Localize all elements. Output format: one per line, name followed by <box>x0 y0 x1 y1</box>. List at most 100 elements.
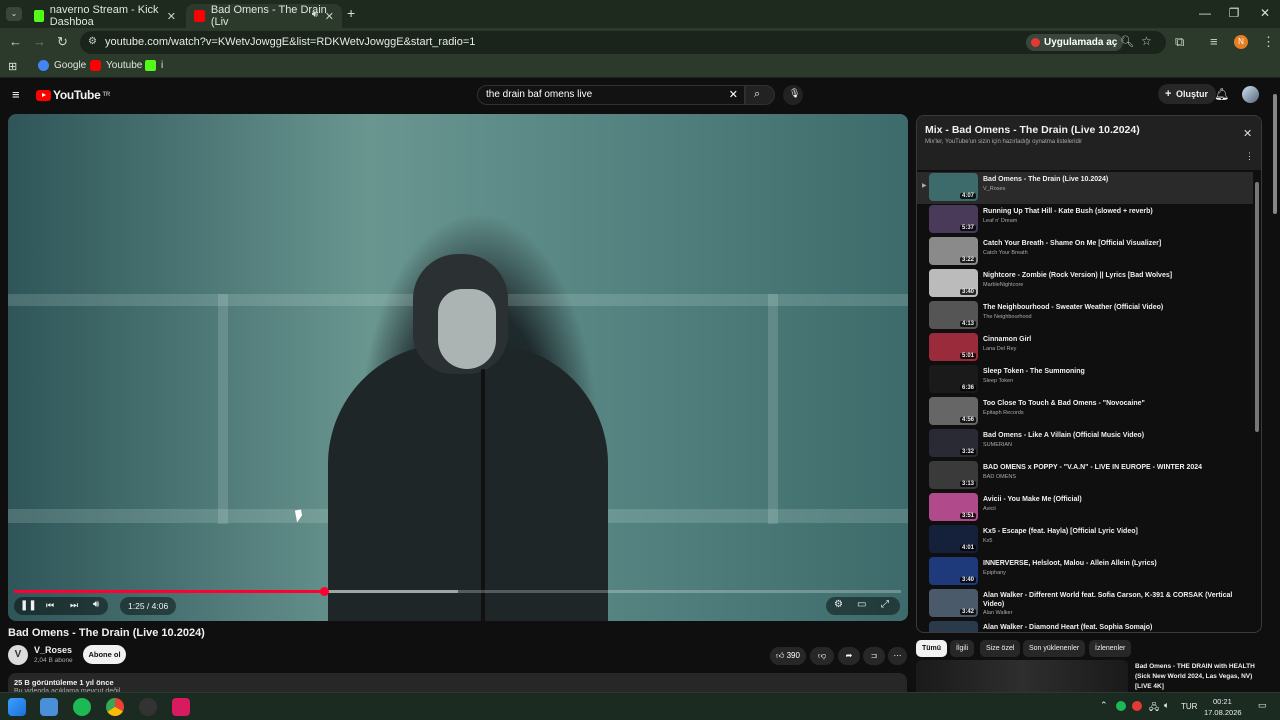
close-tab-icon[interactable]: ✕ <box>167 10 176 23</box>
scrollbar-thumb[interactable] <box>1255 182 1259 432</box>
page-scrollbar[interactable] <box>1270 80 1280 692</box>
new-tab-button[interactable]: + <box>347 5 355 21</box>
clock-time[interactable]: 00:21 <box>1213 697 1232 706</box>
clock-date[interactable]: 17.08.2026 <box>1204 708 1242 717</box>
spotify-icon[interactable] <box>73 698 91 716</box>
playlist-item-title[interactable]: Too Close To Touch & Bad Omens - "Novoca… <box>983 399 1245 408</box>
playlist-thumbnail[interactable]: 3:13 <box>929 461 978 489</box>
pause-icon[interactable]: ❚❚ <box>20 600 37 611</box>
playlist-thumbnail[interactable]: 3:22 <box>929 237 978 265</box>
scrollbar-thumb[interactable] <box>1273 94 1277 214</box>
playlist-item-title[interactable]: Cinnamon Girl <box>983 335 1245 344</box>
site-info-icon[interactable]: ⚙ <box>88 36 97 47</box>
volume-icon[interactable]: 🔊︎ <box>93 599 99 610</box>
youtube-logo[interactable]: YouTube TR <box>36 88 110 102</box>
playlist-item[interactable]: 4:01 Kx5 - Escape (feat. Hayla) [Official… <box>917 524 1253 556</box>
playlist-thumbnail[interactable]: 5:01 <box>929 333 978 361</box>
media-control-icon[interactable]: ≡ <box>1210 34 1218 49</box>
playlist-thumbnail[interactable]: 3:40 <box>929 269 978 297</box>
clear-search-icon[interactable]: ✕ <box>729 88 738 101</box>
record-tray-icon[interactable] <box>1132 701 1142 711</box>
playlist-thumbnail[interactable]: 3:40 <box>929 557 978 585</box>
open-in-app-button[interactable]: Uygulamada aç <box>1026 34 1124 51</box>
subscribe-button[interactable]: Abone ol <box>83 645 126 664</box>
settings-gear-icon[interactable]: ⚙ <box>834 599 843 610</box>
account-avatar[interactable] <box>1242 86 1259 103</box>
chrome-menu-icon[interactable]: ⋮ <box>1262 34 1275 50</box>
notification-center-icon[interactable]: ▭ <box>1258 700 1267 711</box>
next-icon[interactable]: ⏭︎ <box>70 600 78 611</box>
playlist-item-title[interactable]: Catch Your Breath - Shame On Me [Officia… <box>983 239 1245 248</box>
filter-chip[interactable]: İlgili <box>950 640 975 657</box>
bookmark-star-icon[interactable]: ☆ <box>1141 34 1152 48</box>
playlist-item[interactable]: 4:56 Too Close To Touch & Bad Omens - "No… <box>917 396 1253 428</box>
file-explorer-icon[interactable] <box>40 698 58 716</box>
notifications-bell-icon[interactable]: 🔔︎ <box>1214 87 1229 101</box>
zoom-icon[interactable]: 🔍︎ <box>1120 35 1134 48</box>
network-icon[interactable]: 🖧︎ <box>1149 700 1159 716</box>
playlist-item-title[interactable]: Kx5 - Escape (feat. Hayla) [Official Lyr… <box>983 527 1245 536</box>
dislike-button[interactable]: 👎︎ <box>810 647 834 665</box>
filter-chip[interactable]: Son yüklenenler <box>1023 640 1086 657</box>
playlist-item-title[interactable]: BAD OMENS x POPPY - "V.A.N" - LIVE IN EU… <box>983 463 1245 472</box>
filter-chip[interactable]: Tümü <box>916 640 948 657</box>
recommended-video-title[interactable]: Bad Omens - THE DRAIN with HEALTH (Sick … <box>1135 662 1265 692</box>
input-language[interactable]: TUR <box>1181 702 1197 711</box>
tab-search-icon[interactable]: ⌄ <box>6 7 22 21</box>
bookmark-youtube[interactable]: Youtube <box>90 60 142 71</box>
speaker-icon[interactable]: 🔈︎ <box>1164 700 1169 711</box>
filter-chip[interactable]: Size özel <box>980 640 1021 657</box>
tab-kick-dashboard[interactable]: naverno Stream - Kick Dashboa ✕ <box>26 4 184 28</box>
filter-chip[interactable]: İzlenenler <box>1089 640 1132 657</box>
back-arrow-icon[interactable]: ← <box>9 34 22 49</box>
playlist-item-title[interactable]: The Neighbourhood - Sweater Weather (Off… <box>983 303 1245 312</box>
profile-avatar[interactable]: N <box>1234 35 1248 49</box>
playlist-item[interactable]: 3:22 Catch Your Breath - Shame On Me [Off… <box>917 236 1253 268</box>
playlist-thumbnail[interactable]: 4:13 <box>929 301 978 329</box>
close-tab-icon[interactable]: ✕ <box>325 10 334 23</box>
playlist-thumbnail[interactable]: 5:37 <box>929 205 978 233</box>
playlist-thumbnail[interactable]: 3:51 <box>929 493 978 521</box>
playlist-more-icon[interactable]: ⋮ <box>1245 151 1254 162</box>
playlist-item-title[interactable]: Nightcore - Zombie (Rock Version) || Lyr… <box>983 271 1245 280</box>
playlist-thumbnail[interactable]: 6:36 <box>929 365 978 393</box>
more-actions-button[interactable]: ⋯ <box>888 647 907 665</box>
video-player[interactable] <box>8 114 908 621</box>
create-button[interactable]: + Oluştur <box>1158 84 1217 104</box>
red-app-icon[interactable] <box>172 698 190 716</box>
obs-icon[interactable] <box>139 698 157 716</box>
channel-avatar[interactable]: V <box>8 645 28 665</box>
playlist-thumbnail[interactable]: 3:42 <box>929 589 978 617</box>
save-button[interactable]: ⊐ <box>863 647 885 665</box>
fullscreen-icon[interactable]: ⤢ <box>881 599 889 610</box>
bookmark-google[interactable]: Google <box>38 60 86 71</box>
playlist-thumbnail[interactable]: 3:32 <box>929 429 978 457</box>
search-input[interactable]: the drain baf omens live ✕ <box>477 85 745 105</box>
playlist-thumbnail[interactable]: 4:56 <box>929 397 978 425</box>
playlist-item[interactable]: 3:13 BAD OMENS x POPPY - "V.A.N" - LIVE I… <box>917 460 1253 492</box>
playlist-item[interactable]: 5:01 Cinnamon Girl Lana Del Rey <box>917 332 1253 364</box>
playlist-thumbnail[interactable] <box>929 621 978 632</box>
extensions-icon[interactable]: ⧉ <box>1175 34 1184 50</box>
tray-chevron-icon[interactable]: ⌃ <box>1100 700 1108 711</box>
playlist-item-title[interactable]: Alan Walker - Different World feat. Sofi… <box>983 591 1245 609</box>
search-button[interactable]: ⌕ <box>745 85 775 105</box>
windows-start-icon[interactable] <box>8 698 26 716</box>
share-button[interactable]: ➦ <box>838 647 860 665</box>
playlist-item[interactable]: 3:32 Bad Omens - Like A Villain (Official… <box>917 428 1253 460</box>
spotify-tray-icon[interactable] <box>1116 701 1126 711</box>
close-playlist-icon[interactable]: ✕ <box>1243 127 1252 140</box>
reload-icon[interactable]: ↻ <box>57 34 68 50</box>
hamburger-menu-icon[interactable]: ≡ <box>12 87 20 102</box>
bookmark-kick[interactable]: i <box>145 60 163 71</box>
playlist-item-title[interactable]: Alan Walker - Diamond Heart (feat. Sophi… <box>983 623 1245 632</box>
playlist-item[interactable]: ▶ 4:07 Bad Omens - The Drain (Live 10.2024… <box>917 172 1253 204</box>
playlist-item[interactable]: 3:40 INNERVERSE, Helsloot, Malou - Allein… <box>917 556 1253 588</box>
channel-name[interactable]: V_Roses <box>34 645 72 655</box>
playlist-item-title[interactable]: Sleep Token - The Summoning <box>983 367 1245 376</box>
chrome-icon[interactable] <box>106 698 124 716</box>
audio-playing-icon[interactable]: 🔊︎ <box>312 9 318 20</box>
playlist-item[interactable]: 3:42 Alan Walker - Different World feat. … <box>917 588 1253 620</box>
playlist-item-title[interactable]: INNERVERSE, Helsloot, Malou - Allein All… <box>983 559 1245 568</box>
like-button[interactable]: 👍︎ 390 <box>770 647 806 665</box>
